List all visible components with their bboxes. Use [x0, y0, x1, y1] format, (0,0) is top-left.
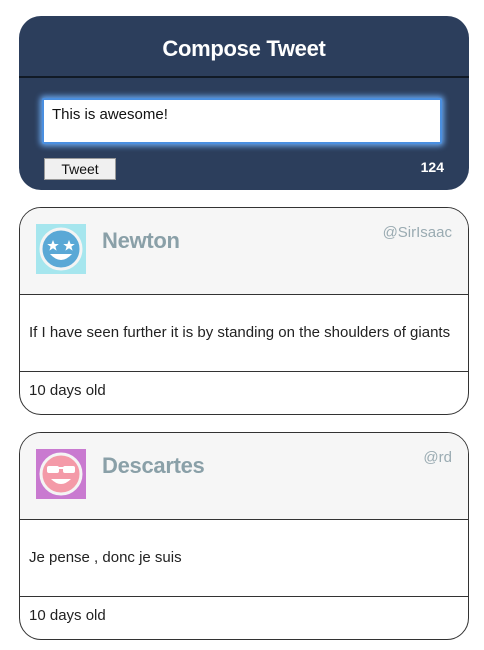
tweet-footer: 10 days old [20, 597, 468, 639]
tweet-body: If I have seen further it is by standing… [20, 295, 468, 372]
char-counter: 124 [420, 159, 444, 175]
tweet-age: 10 days old [29, 607, 106, 624]
tweet-text: If I have seen further it is by standing… [29, 324, 451, 341]
tweet-card: Descartes @rd Je pense , donc je suis 10… [19, 432, 469, 640]
tweet-text: Je pense , donc je suis [29, 549, 182, 566]
tweet-header: Descartes @rd [20, 433, 468, 520]
tweet-footer: 10 days old [20, 372, 468, 414]
author-handle: @rd [423, 449, 452, 466]
compose-panel: Compose Tweet This is awesome! Tweet 124 [19, 16, 469, 190]
sunglasses-smiley-icon [36, 449, 86, 499]
tweet-age: 10 days old [29, 382, 106, 399]
author-name: Newton [102, 228, 180, 253]
tweet-textarea[interactable]: This is awesome! [42, 98, 442, 144]
compose-divider [19, 76, 469, 78]
author-handle: @SirIsaac [382, 224, 452, 241]
tweet-card: Newton @SirIsaac If I have seen further … [19, 207, 469, 415]
tweet-button[interactable]: Tweet [44, 158, 116, 180]
tweet-body: Je pense , donc je suis [20, 520, 468, 597]
author-name: Descartes [102, 453, 205, 478]
tweet-header: Newton @SirIsaac [20, 208, 468, 295]
star-eyes-smiley-icon [36, 224, 86, 274]
compose-title: Compose Tweet [162, 36, 326, 61]
